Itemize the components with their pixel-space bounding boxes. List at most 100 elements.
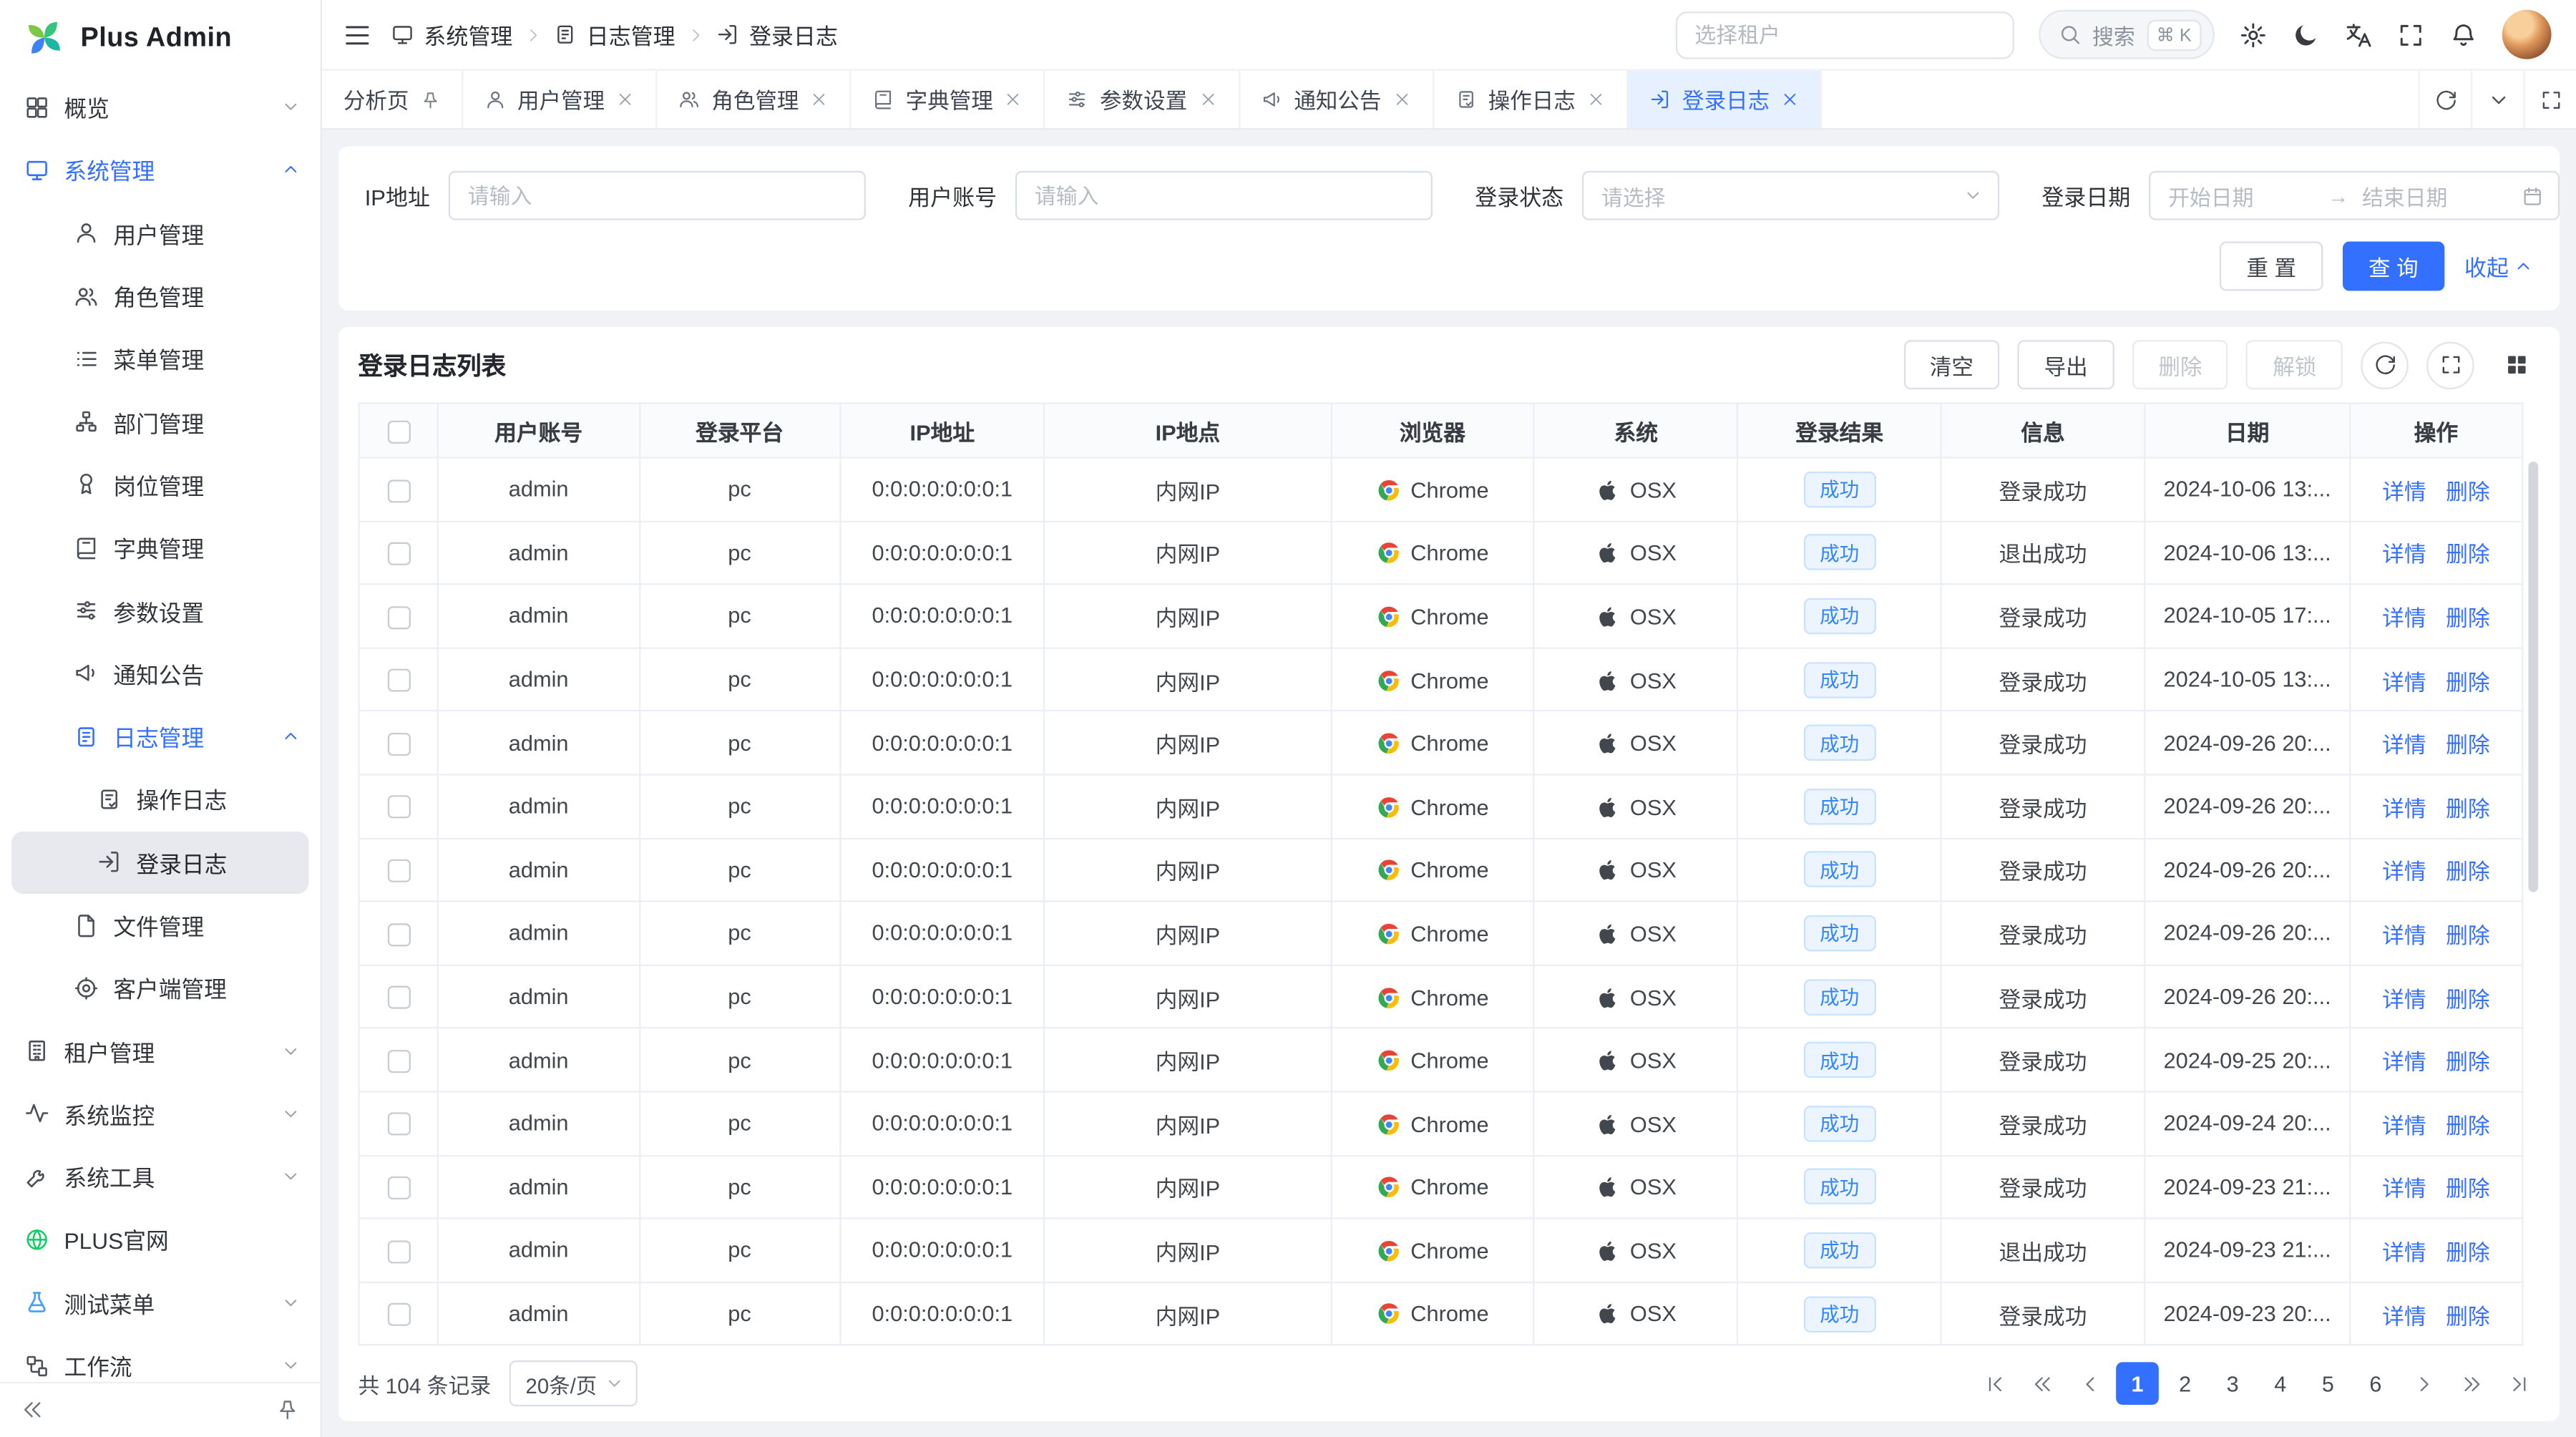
sidebar-item-tenant[interactable]: 租户管理 [0, 1020, 321, 1083]
close-icon[interactable] [1781, 90, 1799, 108]
row-checkbox[interactable] [387, 923, 410, 946]
tab-role[interactable]: 角色管理 [658, 71, 852, 128]
tab-config[interactable]: 参数设置 [1045, 71, 1239, 128]
dark-mode-icon[interactable] [2292, 21, 2320, 49]
delete-link[interactable]: 删除 [2446, 1304, 2489, 1328]
delete-link[interactable]: 删除 [2446, 733, 2489, 757]
sidebar-item-post[interactable]: 岗位管理 [0, 453, 321, 516]
sidebar-item-notice[interactable]: 通知公告 [0, 642, 321, 705]
delete-link[interactable]: 删除 [2446, 606, 2489, 630]
logo[interactable]: Plus Admin [0, 0, 321, 76]
row-checkbox[interactable] [387, 1177, 410, 1199]
login-status-select[interactable]: 请选择 [1581, 171, 1999, 220]
row-checkbox[interactable] [387, 669, 410, 692]
language-icon[interactable] [2344, 21, 2372, 49]
unlock-button[interactable]: 解锁 [2246, 340, 2343, 389]
tabbar-more[interactable] [2471, 71, 2523, 128]
close-icon[interactable] [1199, 90, 1216, 108]
close-icon[interactable] [1393, 90, 1411, 108]
breadcrumb-item-loginlog[interactable]: 登录日志 [716, 18, 838, 51]
row-checkbox[interactable] [387, 1050, 410, 1073]
page-button-6[interactable]: 6 [2354, 1363, 2397, 1406]
delete-link[interactable]: 删除 [2446, 797, 2489, 821]
tab-operlog[interactable]: 操作日志 [1434, 71, 1628, 128]
first-page-button[interactable] [1973, 1363, 2016, 1406]
sidebar-item-monitor[interactable]: 系统监控 [0, 1082, 321, 1145]
clear-button[interactable]: 清空 [1903, 340, 2000, 389]
ip-address-input[interactable] [448, 171, 865, 220]
sidebar-item-log[interactable]: 日志管理 [0, 705, 321, 768]
close-icon[interactable] [810, 90, 828, 108]
detail-link[interactable]: 详情 [2382, 987, 2426, 1011]
tab-notice[interactable]: 通知公告 [1240, 71, 1434, 128]
delete-link[interactable]: 删除 [2446, 1114, 2489, 1138]
sidebar-item-tools[interactable]: 系统工具 [0, 1145, 321, 1208]
query-button[interactable]: 查 询 [2342, 242, 2444, 291]
export-button[interactable]: 导出 [2018, 340, 2114, 389]
expand-table-button[interactable] [2426, 341, 2474, 389]
delete-link[interactable]: 删除 [2446, 670, 2489, 694]
page-button-2[interactable]: 2 [2164, 1363, 2207, 1406]
sidebar-item-loginlog[interactable]: 登录日志 [11, 831, 309, 894]
row-checkbox[interactable] [387, 733, 410, 756]
detail-link[interactable]: 详情 [2382, 1050, 2426, 1074]
select-all-checkbox[interactable] [387, 420, 410, 443]
breadcrumb-item-log[interactable]: 日志管理 [554, 18, 675, 51]
row-checkbox[interactable] [387, 1113, 410, 1136]
scrollbar-thumb[interactable] [2528, 462, 2538, 892]
detail-link[interactable]: 详情 [2382, 1114, 2426, 1138]
sidebar-item-role[interactable]: 角色管理 [0, 264, 321, 327]
notifications-icon[interactable] [2449, 21, 2477, 49]
row-checkbox[interactable] [387, 542, 410, 565]
sidebar-item-user[interactable]: 用户管理 [0, 201, 321, 264]
detail-link[interactable]: 详情 [2382, 1304, 2426, 1328]
hamburger-icon[interactable] [343, 21, 371, 49]
delete-link[interactable]: 删除 [2446, 860, 2489, 885]
avatar[interactable] [2502, 10, 2552, 59]
detail-link[interactable]: 详情 [2382, 479, 2426, 504]
close-icon[interactable] [1005, 90, 1023, 108]
sidebar-item-flow[interactable]: 工作流 [0, 1334, 321, 1381]
refresh-table-button[interactable] [2361, 341, 2409, 389]
tab-user[interactable]: 用户管理 [463, 71, 657, 128]
pin-sidebar-icon[interactable] [276, 1398, 299, 1421]
delete-button[interactable]: 删除 [2132, 340, 2229, 389]
close-icon[interactable] [1587, 90, 1605, 108]
sidebar-item-config[interactable]: 参数设置 [0, 579, 321, 642]
row-checkbox[interactable] [387, 986, 410, 1009]
column-settings-button[interactable] [2492, 341, 2540, 389]
page-button-3[interactable]: 3 [2211, 1363, 2254, 1406]
detail-link[interactable]: 详情 [2382, 733, 2426, 757]
prev-page-button[interactable] [2069, 1363, 2112, 1406]
page-button-4[interactable]: 4 [2259, 1363, 2302, 1406]
tabbar-fullscreen[interactable] [2524, 71, 2576, 128]
fullscreen-icon[interactable] [2397, 21, 2425, 49]
settings-icon[interactable] [2239, 21, 2267, 49]
tab-dict[interactable]: 字典管理 [852, 71, 1045, 128]
delete-link[interactable]: 删除 [2446, 987, 2489, 1011]
detail-link[interactable]: 详情 [2382, 1177, 2426, 1202]
next-5-pages-button[interactable] [2449, 1363, 2492, 1406]
sidebar-item-dept[interactable]: 部门管理 [0, 390, 321, 453]
detail-link[interactable]: 详情 [2382, 860, 2426, 885]
row-checkbox[interactable] [387, 859, 410, 882]
sidebar-item-test[interactable]: 测试菜单 [0, 1271, 321, 1334]
detail-link[interactable]: 详情 [2382, 1240, 2426, 1265]
sidebar-item-file[interactable]: 文件管理 [0, 894, 321, 957]
detail-link[interactable]: 详情 [2382, 797, 2426, 821]
collapse-filter-link[interactable]: 收起 [2464, 250, 2533, 283]
page-button-5[interactable]: 5 [2306, 1363, 2349, 1406]
detail-link[interactable]: 详情 [2382, 606, 2426, 630]
page-size-select[interactable]: 20条/页 [509, 1360, 638, 1406]
delete-link[interactable]: 删除 [2446, 543, 2489, 568]
tabbar-refresh[interactable] [2419, 71, 2471, 128]
last-page-button[interactable] [2497, 1363, 2540, 1406]
close-icon[interactable] [616, 90, 634, 108]
sidebar-item-operlog[interactable]: 操作日志 [0, 768, 321, 831]
delete-link[interactable]: 删除 [2446, 1177, 2489, 1202]
row-checkbox[interactable] [387, 606, 410, 629]
sidebar-item-system[interactable]: 系统管理 [0, 139, 321, 202]
login-date-range[interactable]: 开始日期 → 结束日期 [2149, 171, 2560, 220]
row-checkbox[interactable] [387, 1240, 410, 1263]
sidebar-item-menu-list[interactable]: 菜单管理 [0, 327, 321, 390]
